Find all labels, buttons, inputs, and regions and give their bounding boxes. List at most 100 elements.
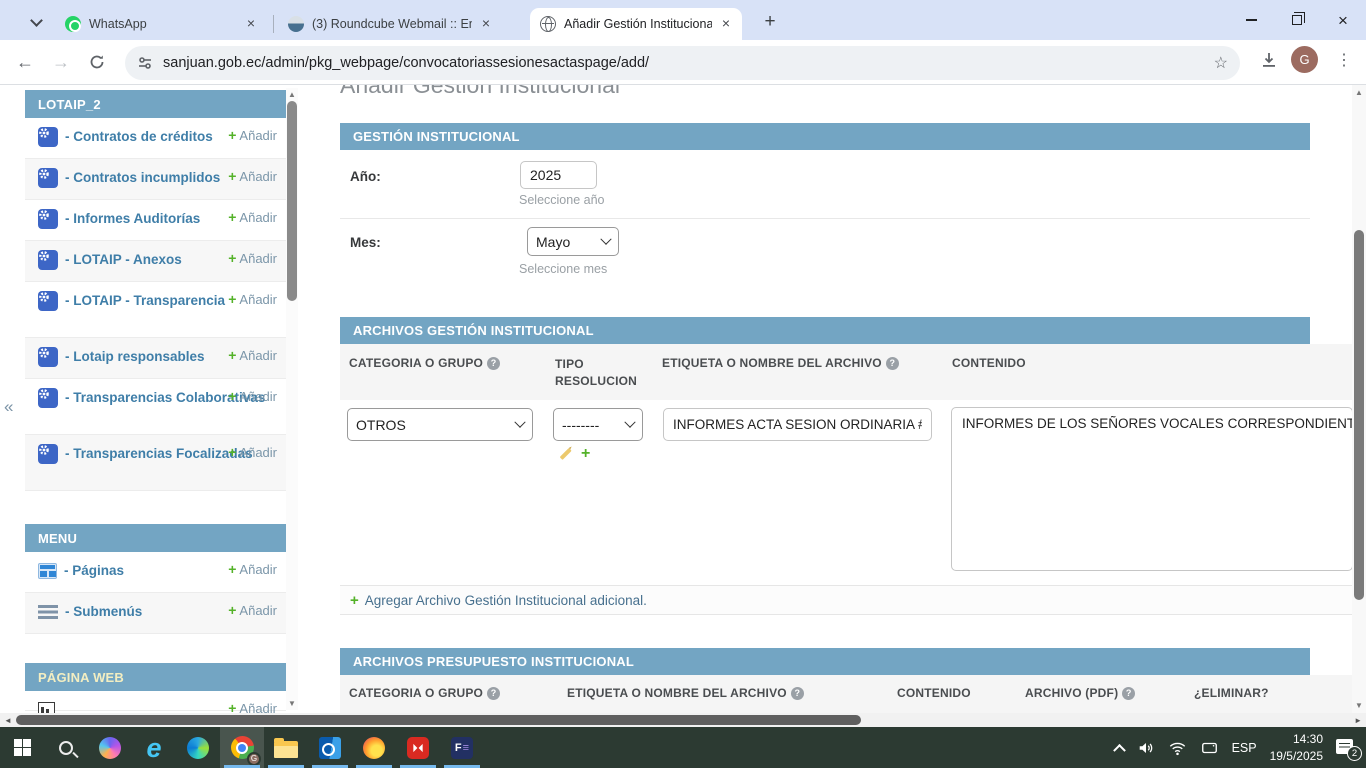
tab-separator [273,15,274,33]
add-archivo-gestion-link[interactable]: Agregar Archivo Gestión Institucional ad… [365,593,647,608]
tab-close-icon[interactable]: × [478,16,494,32]
tab-active-gestion[interactable]: Añadir Gestión Institucional | Pa × [530,8,742,40]
new-tab-button[interactable]: + [756,8,784,36]
categoria-select[interactable]: OTROS [347,408,533,441]
forward-button[interactable]: → [46,48,76,78]
taskbar-firefox-button[interactable] [352,727,396,768]
sidebar-item-paginas[interactable]: - Páginas +Añadir [25,552,286,593]
close-window-button[interactable]: × [1320,0,1366,40]
help-icon[interactable]: ? [487,357,500,370]
add-link[interactable]: +Añadir [228,291,277,307]
site-settings-icon[interactable] [137,55,153,71]
add-link[interactable]: +Añadir [228,168,277,184]
add-icon[interactable]: + [581,447,590,461]
scroll-down-icon[interactable]: ▼ [1352,701,1366,710]
taskbar-acrobat-button[interactable] [396,727,440,768]
horizontal-scrollbar-thumb[interactable] [16,715,861,725]
scroll-up-icon[interactable]: ▲ [286,90,298,99]
sidebar-item-lotaip-responsables[interactable]: - Lotaip responsables +Añadir [25,338,286,379]
sidebar-item-partial[interactable]: +Añadir [25,691,286,711]
language-indicator[interactable]: ESP [1232,741,1257,755]
tab-close-icon[interactable]: × [243,16,259,32]
back-button[interactable]: ← [10,48,40,78]
plus-icon: + [228,347,236,363]
submenu-icon [38,605,58,619]
profile-avatar[interactable]: G [1291,46,1318,73]
add-link[interactable]: +Añadir [228,209,277,225]
notification-center-button[interactable]: 2 [1336,738,1360,758]
scroll-up-icon[interactable]: ▲ [1352,88,1366,97]
mes-select[interactable]: Mayo [527,227,619,256]
plus-icon: + [228,127,236,143]
add-link[interactable]: +Añadir [228,388,277,404]
mes-select-value: Mayo [536,234,570,250]
scroll-left-icon[interactable]: ◄ [4,716,12,725]
add-link[interactable]: +Añadir [228,127,277,143]
help-icon[interactable]: ? [1122,687,1135,700]
taskbar-ie-button[interactable]: e [132,727,176,768]
scroll-down-icon[interactable]: ▼ [286,699,298,708]
sidebar-item-transparencias-focalizadas[interactable]: - Transparencias Focalizadas +Añadir [25,435,286,491]
page-scrollbar-thumb[interactable] [1354,230,1364,600]
sidebar-scrollbar[interactable]: ▲ ▼ [286,88,298,710]
page-scrollbar[interactable]: ▲ ▼ [1352,85,1366,713]
add-link[interactable]: +Añadir [228,602,277,618]
sidebar-scrollbar-thumb[interactable] [287,101,297,301]
start-button[interactable] [0,727,44,768]
taskbar-fapp-button[interactable]: F≡ [440,727,484,768]
add-link[interactable]: +Añadir [228,347,277,363]
tab-roundcube[interactable]: (3) Roundcube Webmail :: Entra × [278,8,502,40]
taskbar-copilot-button[interactable] [88,727,132,768]
sidebar-item-informes-auditorias[interactable]: - Informes Auditorías +Añadir [25,200,286,241]
anio-input[interactable] [520,161,597,189]
sidebar-item-lotaip-anexos[interactable]: - LOTAIP - Anexos +Añadir [25,241,286,282]
taskbar-search-button[interactable] [44,727,88,768]
address-bar[interactable]: sanjuan.gob.ec/admin/pkg_webpage/convoca… [125,46,1240,80]
help-icon[interactable]: ? [487,687,500,700]
etiqueta-input[interactable] [663,408,932,441]
browser-menu-icon[interactable]: ⋮ [1330,50,1358,70]
sidebar-item-contratos-creditos[interactable]: - Contratos de créditos +Añadir [25,118,286,159]
wifi-icon[interactable] [1168,739,1187,757]
sidebar-item-contratos-incumplidos[interactable]: - Contratos incumplidos +Añadir [25,159,286,200]
taskbar-chrome-button[interactable]: G [220,727,264,768]
taskbar-outlook-button[interactable] [308,727,352,768]
restore-button[interactable] [1274,0,1320,40]
edit-icon[interactable] [560,448,572,460]
remote-session-icon[interactable] [1200,739,1219,757]
sidebar-item-lotaip-transparencia[interactable]: - LOTAIP - Transparencia +Añadir [25,282,286,338]
download-icon[interactable] [1259,50,1279,70]
taskbar-explorer-button[interactable] [264,727,308,768]
volume-icon[interactable] [1137,739,1155,757]
tipo-resolucion-select[interactable]: -------- [553,408,643,441]
tab-search-chevron-icon[interactable] [28,12,44,28]
tipo-resolucion-actions: + [559,447,599,461]
sidebar-collapse-button[interactable]: « [4,397,13,417]
tab-whatsapp[interactable]: WhatsApp × [55,8,267,40]
sidebar-item-label: - Transparencias Focalizadas [65,446,253,461]
url-text[interactable]: sanjuan.gob.ec/admin/pkg_webpage/convoca… [163,55,1206,71]
firefox-icon [363,737,385,759]
minimize-button[interactable] [1228,0,1274,40]
tray-expand-icon[interactable] [1113,744,1126,757]
add-link[interactable]: +Añadir [228,250,277,266]
help-icon[interactable]: ? [791,687,804,700]
taskbar-edge-button[interactable] [176,727,220,768]
bookmark-star-icon[interactable]: ☆ [1214,53,1228,73]
reload-button[interactable] [82,48,112,78]
section-archivos-gestion: ARCHIVOS GESTIÓN INSTITUCIONAL [340,317,1310,344]
contenido-textarea[interactable]: INFORMES DE LOS SEÑORES VOCALES CORRESPO… [951,407,1352,571]
add-link[interactable]: +Añadir [228,700,277,713]
sidebar-item-submenus[interactable]: - Submenús +Añadir [25,593,286,634]
admin-sidebar: LOTAIP_2 - Contratos de créditos +Añadir… [25,90,286,711]
sidebar-item-transparencias-colaborativas[interactable]: - Transparencias Colaborativas +Añadir [25,379,286,435]
sidebar-section-lotaip2: LOTAIP_2 [25,90,286,118]
help-icon[interactable]: ? [886,357,899,370]
archivos-presupuesto-header-row: CATEGORIA O GRUPO? ETIQUETA O NOMBRE DEL… [340,675,1352,713]
horizontal-scrollbar[interactable]: ◄ ► [0,713,1366,727]
scroll-right-icon[interactable]: ► [1354,716,1362,725]
add-link[interactable]: +Añadir [228,444,277,460]
add-link[interactable]: +Añadir [228,561,277,577]
clock[interactable]: 14:30 19/5/2025 [1270,731,1323,763]
tab-close-icon[interactable]: × [718,16,734,32]
